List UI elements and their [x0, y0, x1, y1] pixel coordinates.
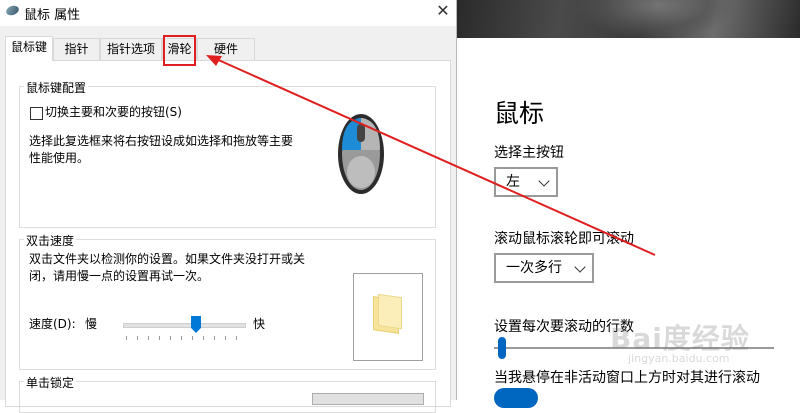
tab-hardware[interactable]: 硬件	[197, 38, 255, 60]
double-click-speed-track[interactable]	[123, 323, 246, 328]
folder-icon[interactable]	[373, 296, 399, 334]
tab-pointers[interactable]: 指针	[53, 38, 100, 60]
wheel-tab-highlight	[163, 35, 196, 66]
chevron-down-icon	[574, 261, 586, 273]
scroll-dropdown[interactable]: 一次多行	[494, 253, 594, 283]
double-click-description-1: 双击文件夹以检测你的设置。如果文件夹没打开或关	[29, 252, 306, 266]
slider-ticks	[126, 336, 244, 340]
button-config-title: 鼠标键配置	[24, 79, 89, 96]
lines-slider-thumb[interactable]	[498, 337, 506, 359]
button-config-description-2: 性能使用。	[29, 151, 90, 165]
switch-buttons-label[interactable]: 切换主要和次要的按钮(S)	[45, 104, 182, 121]
inactive-scroll-toggle[interactable]	[494, 388, 538, 408]
mouse-app-icon	[4, 4, 21, 17]
primary-button-value: 左	[506, 174, 520, 190]
mouse-icon	[338, 114, 384, 194]
button-config-description-1: 选择此复选框来将右按钮设成如选择和拖放等主要	[29, 134, 294, 148]
click-lock-settings-button[interactable]	[312, 393, 424, 405]
watermark-url: jingyan.baidu.com	[628, 352, 730, 365]
click-lock-title: 单击锁定	[24, 374, 77, 391]
close-button[interactable]: ✕	[430, 0, 456, 24]
scroll-value: 一次多行	[506, 260, 562, 276]
settings-heading: 鼠标	[494, 99, 545, 128]
watermark: Bai度经验	[610, 322, 750, 355]
mouse-properties-dialog: 鼠标 属性 ✕ 鼠标键 指针 指针选项 滑轮 硬件 鼠标键配置 切换主要和次要的…	[0, 0, 457, 413]
tab-buttons[interactable]: 鼠标键	[5, 36, 53, 61]
primary-button-dropdown[interactable]: 左	[494, 167, 558, 197]
dialog-title: 鼠标 属性	[24, 8, 81, 23]
switch-buttons-checkbox[interactable]	[30, 107, 43, 120]
header-photo	[457, 0, 800, 40]
tab-pointer-options[interactable]: 指针选项	[100, 38, 162, 60]
double-click-description-2: 闭，请用慢一点的设置再试一次。	[29, 269, 210, 283]
double-click-title: 双击速度	[24, 232, 77, 249]
fast-label: 快	[253, 317, 266, 331]
chevron-down-icon	[538, 175, 550, 187]
inactive-scroll-label: 当我悬停在非活动窗口上方时对其进行滚动	[494, 370, 760, 386]
speed-label: 速度(D):	[29, 317, 76, 331]
title-bar: 鼠标 属性 ✕	[0, 0, 456, 26]
slow-label: 慢	[85, 317, 98, 331]
scroll-label: 滚动鼠标滚轮即可滚动	[494, 231, 634, 247]
primary-button-label: 选择主按钮	[494, 145, 564, 161]
